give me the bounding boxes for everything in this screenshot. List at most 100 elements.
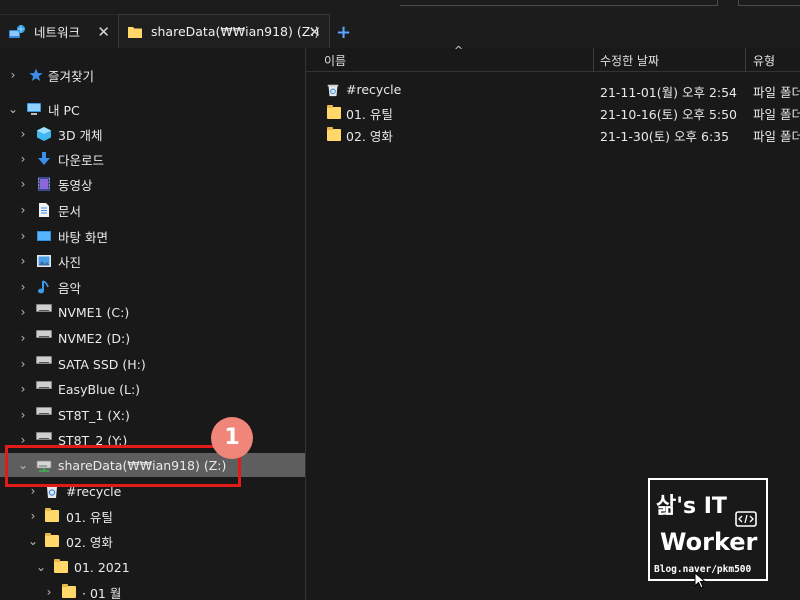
nav-item-label: · 01 월 [82, 585, 122, 600]
column-header: ^ 이름 수정한 날짜 유형 [306, 44, 800, 72]
chevron-right-icon[interactable]: › [16, 408, 30, 422]
nav-item-label: 01. 유틸 [66, 509, 113, 525]
folder-icon [62, 584, 76, 598]
navigation-pane: › 즐겨찾기 ⌄ 내 PC › 3D 개체 › 다운로드 › 동영상 › 문서 … [0, 48, 305, 600]
code-icon [735, 511, 757, 527]
folder-icon [128, 26, 142, 38]
file-type: 파일 폴더 [753, 85, 800, 100]
file-row[interactable]: 01. 유틸 21-10-16(토) 오후 5:50 파일 폴더 [320, 101, 800, 123]
nav-item-drive-d[interactable]: › NVME2 (D:) [0, 326, 305, 350]
file-type: 파일 폴더 [753, 107, 800, 122]
drive-icon [36, 330, 52, 338]
nav-item-drive-h[interactable]: › SATA SSD (H:) [0, 352, 305, 376]
column-separator[interactable] [593, 48, 594, 72]
column-separator[interactable] [745, 48, 746, 72]
chevron-right-icon[interactable]: › [16, 382, 30, 396]
folder-icon [45, 533, 59, 547]
file-name: #recycle [346, 82, 402, 97]
chevron-right-icon[interactable]: › [16, 305, 30, 319]
nav-item-videos[interactable]: › 동영상 [0, 172, 305, 196]
folder-icon [45, 508, 59, 522]
nav-item-label: NVME1 (C:) [58, 304, 130, 320]
chevron-right-icon[interactable]: › [16, 331, 30, 345]
chevron-right-icon[interactable]: › [26, 509, 40, 523]
chevron-right-icon[interactable]: › [16, 203, 30, 217]
chevron-right-icon[interactable]: › [42, 585, 56, 599]
nav-item-label: 사진 [58, 254, 82, 270]
file-row[interactable]: #recycle 21-11-01(월) 오후 2:54 파일 폴더 [320, 79, 800, 101]
nav-item-movies[interactable]: ⌄ 02. 영화 [0, 529, 305, 553]
video-icon [38, 177, 50, 191]
file-type: 파일 폴더 [753, 129, 800, 144]
file-name: 02. 영화 [346, 129, 393, 144]
watermark-logo: 삶's IT Worker Blog.naver/pkm500 [648, 478, 768, 581]
drive-icon [36, 432, 52, 440]
close-tab-icon[interactable]: ✕ [97, 23, 110, 41]
star-icon [29, 68, 43, 81]
nav-item-music[interactable]: › 음악 [0, 275, 305, 299]
chevron-down-icon[interactable]: ⌄ [26, 534, 40, 548]
nav-item-util[interactable]: › 01. 유틸 [0, 504, 305, 528]
drive-icon [36, 407, 52, 415]
recycle-bin-icon [327, 84, 339, 97]
tab-sharedata[interactable]: shareData(₩₩ian918) (Z:) ✕ [118, 14, 330, 48]
file-row[interactable]: 02. 영화 21-1-30(토) 오후 6:35 파일 폴더 [320, 123, 800, 145]
nav-item-drive-l[interactable]: › EasyBlue (L:) [0, 377, 305, 401]
watermark-title: 삶's IT [656, 494, 727, 519]
nav-item-label: EasyBlue (L:) [58, 381, 141, 397]
chevron-down-icon[interactable]: ⌄ [6, 102, 20, 116]
nav-item-label: 02. 영화 [66, 534, 113, 550]
tab-label: shareData(₩₩ian918) (Z:) [151, 24, 320, 39]
nav-item-label: NVME2 (D:) [58, 330, 131, 346]
nav-item-favorites[interactable]: › 즐겨찾기 [0, 63, 305, 87]
folder-icon [54, 559, 68, 573]
nav-item-3d-objects[interactable]: › 3D 개체 [0, 122, 305, 146]
new-tab-button[interactable]: + [336, 22, 351, 43]
nav-item-01-month[interactable]: › · 01 월 [0, 580, 305, 600]
file-modified: 21-1-30(토) 오후 6:35 [600, 129, 730, 144]
chevron-down-icon[interactable]: ⌄ [34, 560, 48, 574]
nav-item-pictures[interactable]: › 사진 [0, 249, 305, 273]
chevron-right-icon[interactable]: › [16, 127, 30, 141]
download-icon [38, 152, 50, 165]
tab-label: 네트워크 [34, 25, 81, 40]
column-name[interactable]: 이름 [324, 52, 346, 69]
chevron-right-icon[interactable]: › [16, 177, 30, 191]
chevron-right-icon[interactable]: › [16, 280, 30, 294]
mouse-cursor-icon [694, 572, 707, 589]
chevron-right-icon[interactable]: › [6, 68, 20, 82]
pictures-icon [37, 255, 51, 267]
nav-item-label: 문서 [58, 203, 82, 219]
highlight-box [5, 445, 241, 487]
chevron-right-icon[interactable]: › [16, 357, 30, 371]
nav-item-downloads[interactable]: › 다운로드 [0, 147, 305, 171]
nav-item-drive-x[interactable]: › ST8T_1 (X:) [0, 403, 305, 427]
sort-up-icon: ^ [454, 44, 464, 57]
nav-item-drive-c[interactable]: › NVME1 (C:) [0, 300, 305, 324]
nav-item-label: 바탕 화면 [58, 229, 108, 245]
search-box-edge [738, 0, 800, 6]
close-tab-icon[interactable]: ✕ [308, 23, 321, 41]
chevron-right-icon[interactable]: › [16, 152, 30, 166]
nav-item-label: 음악 [58, 280, 82, 296]
chevron-right-icon[interactable]: › [16, 229, 30, 243]
nav-item-2021[interactable]: ⌄ 01. 2021 [0, 555, 305, 579]
nav-item-label: 01. 2021 [74, 559, 130, 575]
nav-item-label: 내 PC [48, 102, 80, 118]
column-modified[interactable]: 수정한 날짜 [600, 52, 659, 69]
nav-item-desktop[interactable]: › 바탕 화면 [0, 224, 305, 248]
chevron-right-icon[interactable]: › [16, 254, 30, 268]
network-icon [9, 24, 25, 38]
file-modified: 21-11-01(월) 오후 2:54 [600, 85, 738, 100]
folder-icon [327, 105, 341, 119]
tab-network[interactable]: 네트워크 ✕ [0, 14, 118, 48]
address-bar-edge [400, 0, 718, 6]
nav-item-documents[interactable]: › 문서 [0, 198, 305, 222]
nav-item-this-pc[interactable]: ⌄ 내 PC [0, 97, 305, 121]
nav-item-label: ST8T_1 (X:) [58, 407, 130, 423]
file-modified: 21-10-16(토) 오후 5:50 [600, 107, 738, 122]
tab-bar: 네트워크 ✕ shareData(₩₩ian918) (Z:) ✕ + [0, 0, 800, 48]
music-icon [38, 280, 49, 294]
file-name: 01. 유틸 [346, 107, 393, 122]
column-type[interactable]: 유형 [753, 52, 775, 69]
